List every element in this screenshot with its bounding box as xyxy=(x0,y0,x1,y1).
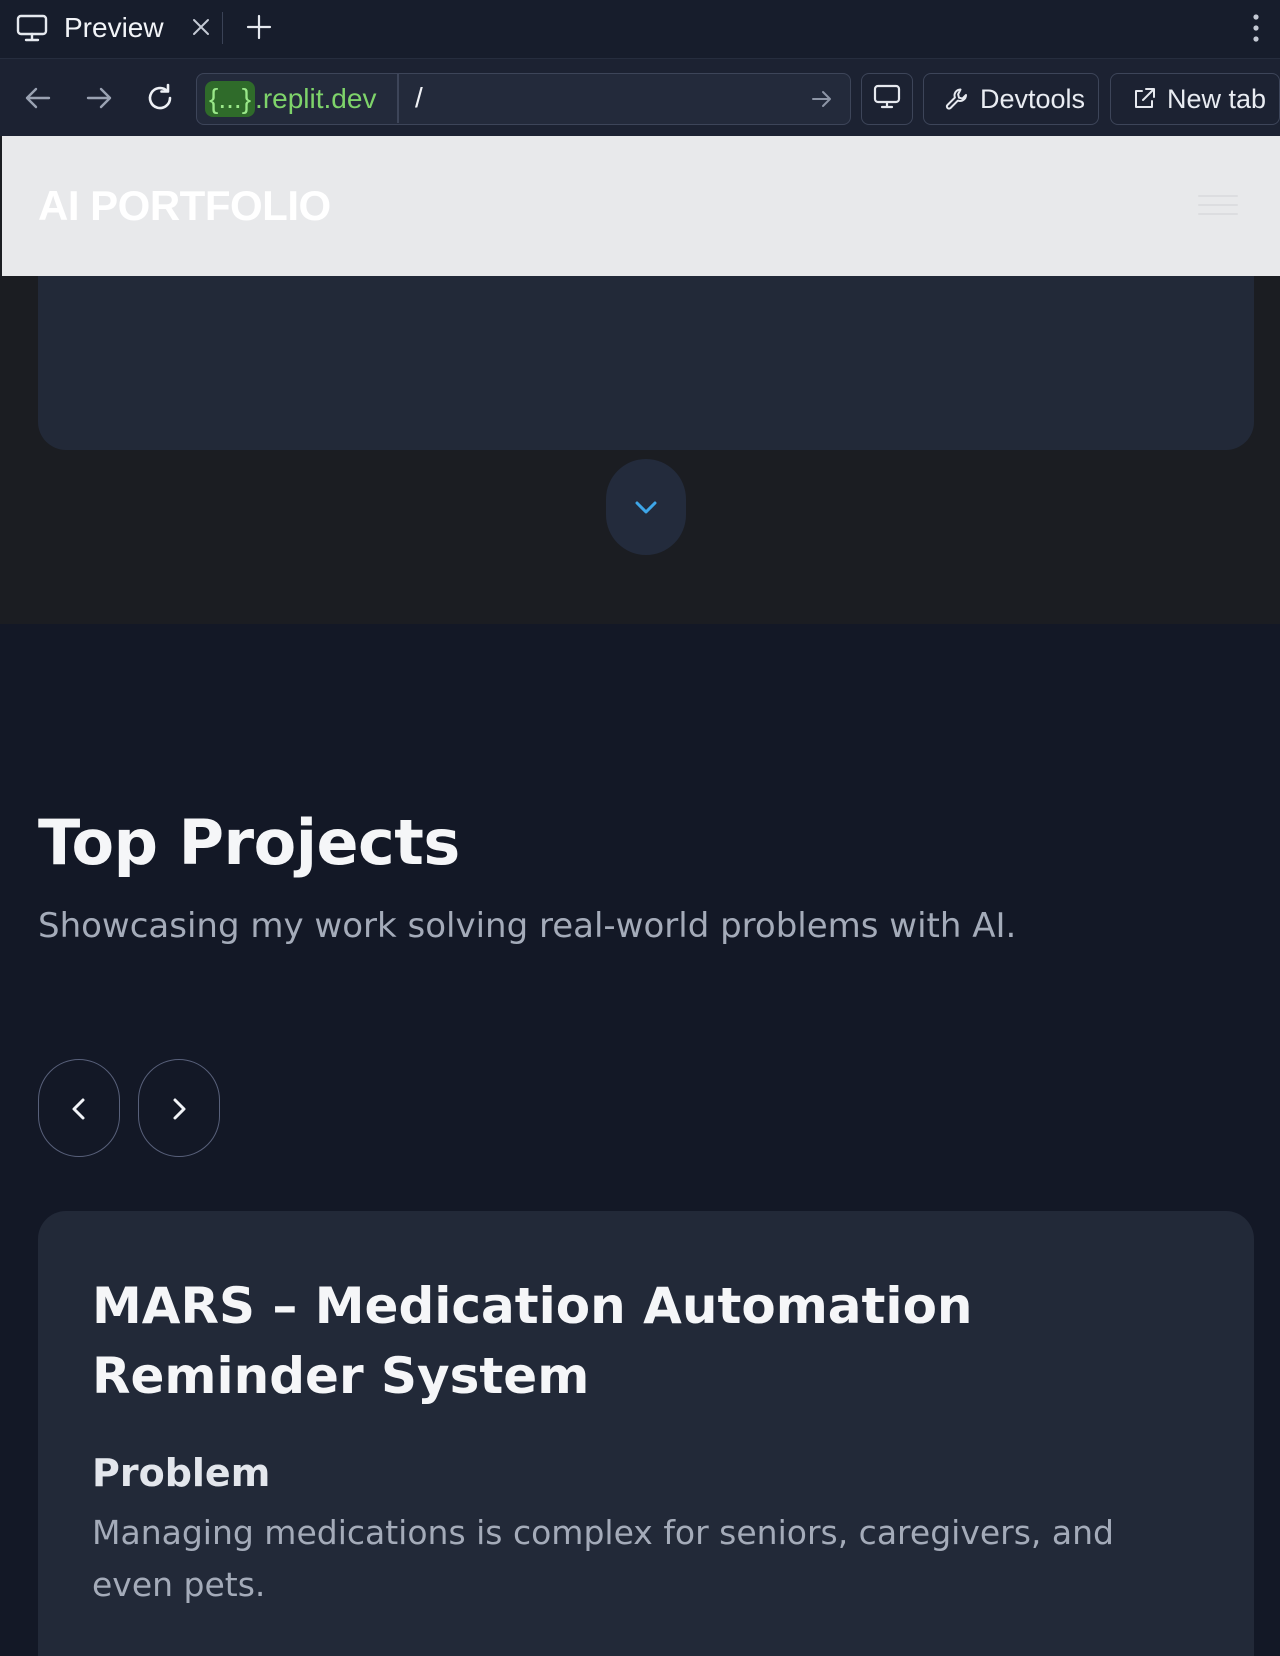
chevron-right-icon xyxy=(173,1098,186,1120)
scroll-down-button[interactable] xyxy=(606,459,686,555)
url-host-pill: {...} xyxy=(205,81,256,117)
url-host: {...} .replit.dev xyxy=(205,80,376,118)
new-tab-button[interactable]: New tab xyxy=(1110,73,1280,125)
url-host-domain: .replit.dev xyxy=(255,83,377,114)
carousel-prev-button[interactable] xyxy=(38,1059,120,1157)
kebab-icon[interactable] xyxy=(1244,10,1268,46)
devtools-button[interactable]: Devtools xyxy=(923,73,1099,125)
hamburger-icon[interactable] xyxy=(1198,188,1238,220)
screen-size-button[interactable] xyxy=(861,73,913,125)
site-header: AI PORTFOLIO xyxy=(2,136,1280,276)
monitor-icon xyxy=(873,84,901,115)
problem-description: Managing medications is complex for seni… xyxy=(92,1513,1114,1604)
chevron-down-icon xyxy=(635,501,657,514)
browser-toolbar: {...} .replit.dev / Devtools New tab xyxy=(0,58,1280,136)
forward-arrow-icon[interactable] xyxy=(82,81,116,115)
close-icon[interactable] xyxy=(188,14,214,40)
site-logo[interactable]: AI PORTFOLIO xyxy=(38,182,331,230)
plus-icon[interactable] xyxy=(244,12,274,42)
go-arrow-icon[interactable] xyxy=(809,86,835,112)
tab-separator xyxy=(222,12,223,44)
reload-icon[interactable] xyxy=(143,81,177,115)
url-divider xyxy=(397,74,399,123)
section-title: Top Projects xyxy=(38,806,460,879)
chevron-left-icon xyxy=(72,1098,85,1120)
browser-tab-bar: Preview xyxy=(0,0,1280,58)
problem-heading: Problem xyxy=(92,1451,271,1495)
wrench-icon xyxy=(944,86,970,112)
back-arrow-icon[interactable] xyxy=(21,81,55,115)
monitor-icon xyxy=(16,14,48,42)
external-link-icon xyxy=(1131,86,1157,112)
carousel-next-button[interactable] xyxy=(138,1059,220,1157)
page-viewport: AI PORTFOLIO Top Projects Showcasing my … xyxy=(0,136,1280,1656)
url-path-input[interactable]: / xyxy=(415,82,423,114)
new-tab-label: New tab xyxy=(1167,83,1267,114)
tab-title: Preview xyxy=(64,12,164,43)
devtools-label: Devtools xyxy=(980,83,1086,114)
tab-preview[interactable]: Preview xyxy=(0,0,222,58)
project-card: MARS – Medication Automation Reminder Sy… xyxy=(38,1211,1254,1656)
project-title: MARS – Medication Automation Reminder Sy… xyxy=(92,1277,973,1405)
section-subtitle: Showcasing my work solving real-world pr… xyxy=(38,906,1017,946)
address-bar[interactable]: {...} .replit.dev / xyxy=(196,73,851,125)
